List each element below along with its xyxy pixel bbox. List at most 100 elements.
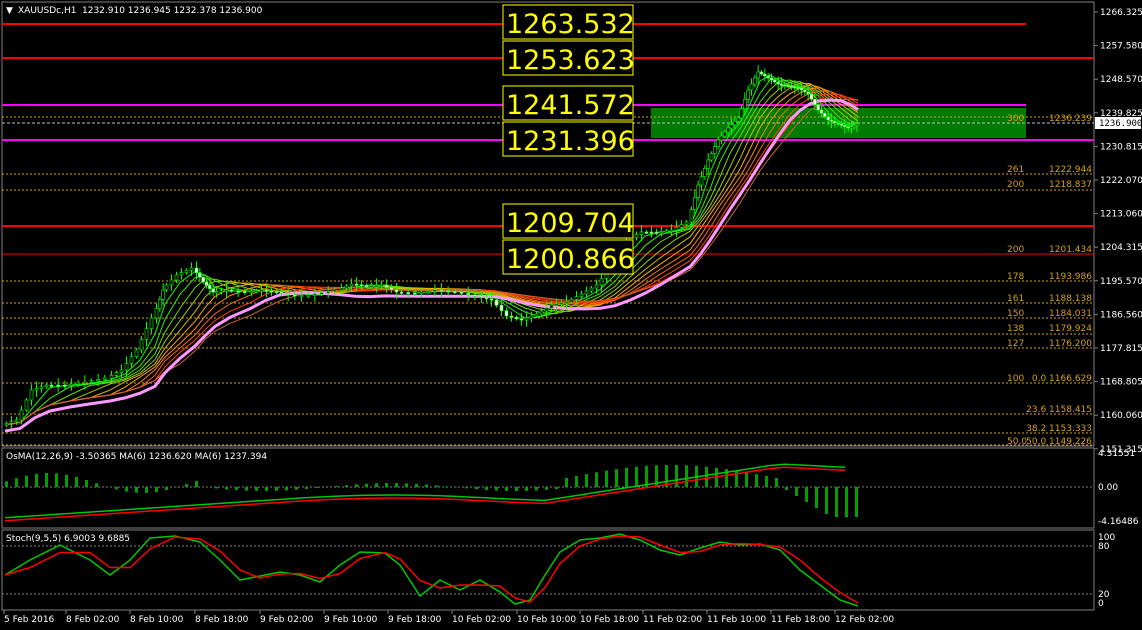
candle-body <box>504 310 509 317</box>
osma-bar <box>745 472 748 487</box>
candle-body <box>149 317 154 329</box>
fib-ratio: 161 <box>1007 294 1024 304</box>
candle-body <box>574 296 579 300</box>
fib-value: 50.0 1149.226 <box>1026 437 1092 447</box>
candle-body <box>379 284 384 287</box>
candle-body <box>684 221 689 225</box>
candle-body <box>426 290 430 293</box>
candle-body <box>644 231 649 234</box>
level-box-text: 1263.532 <box>506 9 635 40</box>
candle-body <box>639 231 644 235</box>
osma-ma-green <box>4 463 846 519</box>
fib-ratio: 127 <box>1007 339 1024 349</box>
price-tick: 1160.060 <box>1100 411 1142 421</box>
candle-body <box>703 168 707 177</box>
candle-body <box>544 307 549 312</box>
time-tick: 9 Feb 02:00 <box>260 615 314 625</box>
candle-body <box>349 283 354 287</box>
osma-bar <box>95 483 98 487</box>
chart-canvas[interactable]: 1263.532 1253.623 1241.572 1231.396 1209.704… <box>0 0 1142 630</box>
candle-body <box>236 290 240 293</box>
osma-bar <box>195 480 198 487</box>
osma-bar <box>115 487 118 490</box>
candle-body <box>713 146 717 154</box>
candle-body <box>194 267 199 273</box>
time-tick: 8 Feb 10:00 <box>130 615 184 625</box>
osma-bar <box>485 487 488 490</box>
level-box-text: 1209.704 <box>506 208 635 239</box>
level-box-text: 1253.623 <box>506 45 635 76</box>
osma-bar <box>495 487 498 491</box>
candle-body <box>796 87 800 90</box>
osma-bar <box>605 470 608 487</box>
osma-bar <box>435 485 438 487</box>
candle-body <box>139 339 144 351</box>
price-tick: 1204.315 <box>1100 243 1142 253</box>
osma-bar <box>365 483 368 487</box>
osma-bar <box>155 487 158 492</box>
candle-body <box>679 224 684 228</box>
candle-body <box>733 121 737 125</box>
time-tick: 10 Feb 18:00 <box>580 615 639 625</box>
osma-bar <box>165 487 168 491</box>
osma-bar <box>855 487 858 517</box>
osma-tick-zero: 0.00 <box>1098 483 1118 493</box>
osma-bar <box>55 473 58 487</box>
candle-body <box>706 159 710 169</box>
price-tick: 1230.815 <box>1100 142 1142 152</box>
candle-body <box>124 363 129 371</box>
candle-body <box>154 308 159 319</box>
osma-bar <box>135 487 138 493</box>
candle-body <box>144 328 149 340</box>
osma-label: OsMA(12,26,9) -3.50365 MA(6) 1236.620 MA… <box>6 452 267 462</box>
price-tick: 1266.325 <box>1100 8 1142 18</box>
osma-bar <box>125 487 128 492</box>
candle-body <box>494 299 499 306</box>
candle-body <box>799 87 804 91</box>
fib-label: 300 1236.239 <box>1007 114 1092 124</box>
candle-body <box>773 79 777 83</box>
candle-body <box>699 176 704 186</box>
price-tick: 1213.060 <box>1100 210 1142 220</box>
candle-body <box>826 116 830 121</box>
triangle-down-icon[interactable]: ▼ <box>6 6 13 16</box>
candle-body <box>554 303 559 306</box>
osma-bar <box>235 487 238 491</box>
candle-body <box>201 277 205 283</box>
osma-bar <box>225 487 228 490</box>
candle-body <box>569 299 574 303</box>
candle-body <box>274 291 279 294</box>
candle-body <box>779 83 784 86</box>
candle-body <box>709 153 714 161</box>
candle-body <box>749 83 754 91</box>
candle-body <box>83 381 87 384</box>
candle-body <box>559 302 564 305</box>
candle-body <box>473 294 477 297</box>
fib-label: 150 1184.031 <box>1007 309 1092 319</box>
candle-body <box>264 289 269 292</box>
candle-body <box>833 121 837 124</box>
osma-bar <box>585 474 588 487</box>
candle-body <box>759 71 764 75</box>
candle-body <box>446 290 450 293</box>
osma-bar <box>245 487 248 491</box>
candle-body <box>753 77 757 85</box>
osma-bar <box>285 487 288 491</box>
current-price-text: 1236.900 <box>1099 119 1142 129</box>
osma-bar <box>525 487 528 491</box>
osma-bar <box>575 476 578 487</box>
candle-body <box>198 272 202 278</box>
candle-body <box>4 423 9 426</box>
osma-bar <box>185 484 188 487</box>
candle-body <box>109 375 114 379</box>
candle-body <box>419 291 424 294</box>
candle-body <box>214 291 219 294</box>
candle-body <box>829 119 834 122</box>
time-tick: 8 Feb 02:00 <box>66 615 120 625</box>
osma-bar <box>595 472 598 487</box>
fib-label: 50.0 50.0 1149.226 <box>1007 437 1092 447</box>
candle-body <box>56 384 60 387</box>
candle-body <box>806 91 810 95</box>
candle-body <box>809 93 814 100</box>
stoch-tick-0: 0 <box>1098 599 1104 609</box>
